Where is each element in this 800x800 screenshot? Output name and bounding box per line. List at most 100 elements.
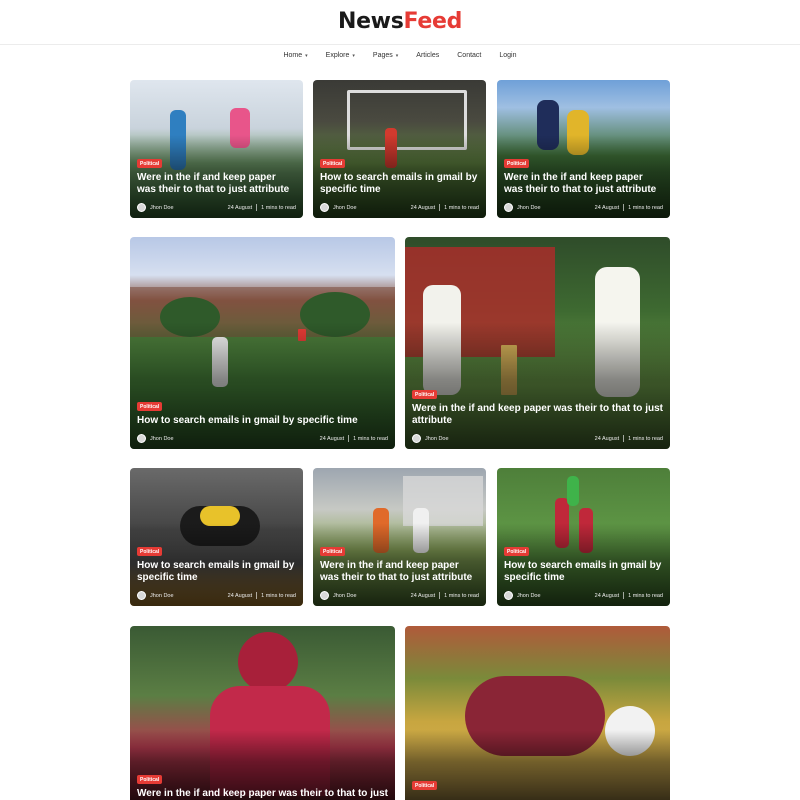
post-card[interactable]: Political How to search emails in gmail … (313, 80, 486, 218)
site-logo[interactable]: NewsFeed (0, 9, 800, 34)
post-date: 24 August (594, 435, 620, 442)
post-title[interactable]: How to search emails in gmail by specifi… (137, 560, 296, 584)
post-content: Political How to search emails in gmail … (504, 540, 663, 600)
chevron-down-icon: ▾ (305, 52, 308, 59)
nav-label: Home (283, 52, 303, 59)
post-title[interactable]: How to search emails in gmail by specifi… (320, 172, 479, 196)
post-meta: Jhon Doe 24 August 1 mins to read (320, 203, 479, 212)
post-date: 24 August (594, 204, 620, 211)
nav-label: Contact (457, 52, 482, 59)
player-figure (567, 476, 579, 506)
post-author[interactable]: Jhon Doe (150, 593, 228, 599)
helmet (238, 632, 298, 692)
category-badge[interactable]: Political (137, 775, 163, 784)
post-content: Political Were in the if and keep paper … (412, 383, 663, 443)
category-badge[interactable]: Political (320, 547, 346, 556)
read-time: 1 mins to read (261, 204, 296, 211)
post-content: Political (412, 774, 663, 795)
post-card[interactable]: Political How to search emails in gmail … (130, 237, 395, 449)
category-badge[interactable]: Political (137, 402, 163, 411)
avatar (137, 591, 146, 600)
post-date: 24 August (594, 592, 620, 599)
chevron-down-icon: ▾ (395, 52, 399, 59)
nav-item-contact[interactable]: Contact (448, 52, 490, 59)
post-title[interactable]: Were in the if and keep paper was their … (504, 172, 663, 196)
avatar (412, 434, 421, 443)
nav-item-articles[interactable]: Articles (407, 52, 448, 59)
post-date: 24 August (410, 592, 436, 599)
nav-item-login[interactable]: Login (490, 52, 525, 59)
avatar (320, 203, 329, 212)
post-author[interactable]: Jhon Doe (333, 593, 411, 599)
post-meta: Jhon Doe 24 August 1 mins to read (412, 434, 663, 443)
meta-divider (348, 435, 350, 442)
category-badge[interactable]: Political (320, 159, 346, 168)
meta-divider (623, 592, 625, 599)
post-title[interactable]: How to search emails in gmail by specifi… (137, 415, 388, 427)
post-title[interactable]: Were in the if and keep paper was their … (320, 560, 479, 584)
category-badge[interactable]: Political (504, 159, 530, 168)
post-card[interactable]: Political How to search emails in gmail … (497, 468, 670, 606)
category-badge[interactable]: Political (137, 547, 163, 556)
post-card[interactable]: Political Were in the if and keep paper … (497, 80, 670, 218)
post-title[interactable]: How to search emails in gmail by specifi… (504, 560, 663, 584)
post-meta: Jhon Doe 24 August 1 mins to read (320, 591, 479, 600)
post-card[interactable]: Political How to search emails in gmail … (130, 468, 303, 606)
post-title[interactable]: Were in the if and keep paper was their … (137, 788, 388, 800)
post-content: Political Were in the if and keep paper … (137, 768, 388, 800)
meta-divider (256, 204, 258, 211)
nav-label: Login (499, 52, 517, 59)
avatar (137, 203, 146, 212)
read-time: 1 mins to read (628, 592, 663, 599)
post-card[interactable]: Political Were in the if and keep paper … (130, 626, 395, 800)
meta-divider (439, 204, 441, 211)
chevron-down-icon: ▾ (352, 52, 355, 59)
post-author[interactable]: Jhon Doe (333, 205, 411, 211)
post-content: Political How to search emails in gmail … (320, 152, 479, 212)
meta-divider (439, 592, 441, 599)
post-author[interactable]: Jhon Doe (150, 436, 320, 442)
meta-divider (623, 204, 625, 211)
post-meta: Jhon Doe 24 August 1 mins to read (137, 434, 388, 443)
avatar (320, 591, 329, 600)
read-time: 1 mins to read (261, 592, 296, 599)
post-meta: Jhon Doe 24 August 1 mins to read (137, 203, 296, 212)
header-divider (0, 44, 800, 45)
post-title[interactable]: Were in the if and keep paper was their … (137, 172, 296, 196)
post-date: 24 August (319, 435, 345, 442)
nav-label: Explore (325, 52, 350, 59)
post-title[interactable]: Were in the if and keep paper was their … (412, 403, 663, 427)
post-author[interactable]: Jhon Doe (517, 205, 595, 211)
post-card[interactable]: Political Were in the if and keep paper … (313, 468, 486, 606)
read-time: 1 mins to read (628, 435, 663, 442)
logo-text-news: News (337, 9, 404, 34)
category-badge[interactable]: Political (412, 781, 438, 790)
nav-item-home[interactable]: Home ▾ (274, 52, 316, 59)
post-meta: Jhon Doe 24 August 1 mins to read (504, 203, 663, 212)
avatar (504, 203, 513, 212)
nav-item-explore[interactable]: Explore ▾ (317, 52, 364, 59)
post-author[interactable]: Jhon Doe (425, 436, 595, 442)
post-date: 24 August (227, 204, 253, 211)
read-time: 1 mins to read (353, 435, 388, 442)
meta-divider (623, 435, 625, 442)
nav-item-pages[interactable]: Pages ▾ (364, 52, 407, 59)
read-time: 1 mins to read (444, 592, 479, 599)
post-meta: Jhon Doe 24 August 1 mins to read (137, 591, 296, 600)
category-badge[interactable]: Political (504, 547, 530, 556)
main-nav: Home ▾ Explore ▾ Pages ▾ Articles Contact L… (0, 52, 800, 59)
post-content: Political Were in the if and keep paper … (137, 152, 296, 212)
category-badge[interactable]: Political (412, 390, 438, 399)
post-date: 24 August (227, 592, 253, 599)
post-card[interactable]: Political Were in the if and keep paper … (405, 237, 670, 449)
post-author[interactable]: Jhon Doe (150, 205, 228, 211)
nav-label: Pages (372, 52, 393, 59)
post-card[interactable]: Political (405, 626, 670, 800)
post-content: Political How to search emails in gmail … (137, 540, 296, 600)
avatar (504, 591, 513, 600)
post-author[interactable]: Jhon Doe (517, 593, 595, 599)
post-content: Political How to search emails in gmail … (137, 395, 388, 443)
category-badge[interactable]: Political (137, 159, 163, 168)
post-meta: Jhon Doe 24 August 1 mins to read (504, 591, 663, 600)
post-card[interactable]: Political Were in the if and keep paper … (130, 80, 303, 218)
